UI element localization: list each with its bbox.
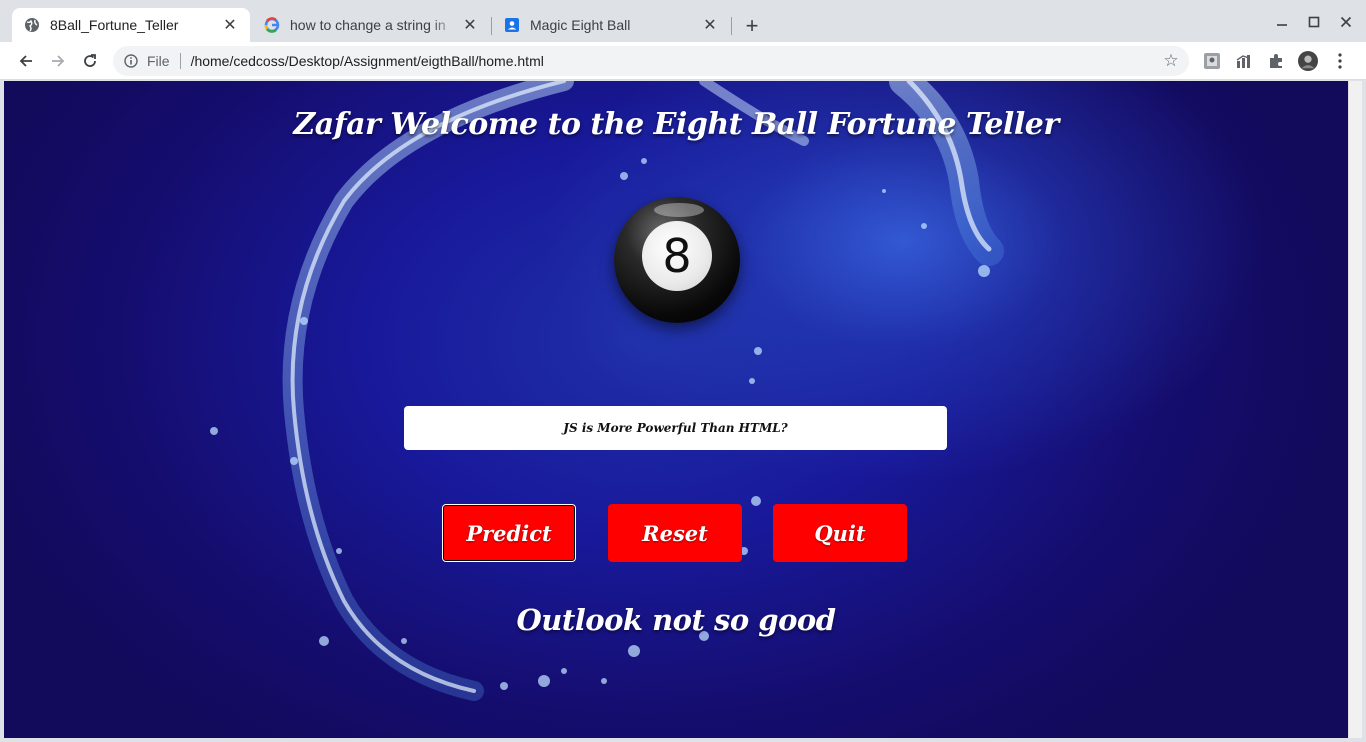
minimize-icon [1277, 24, 1287, 26]
page-viewport: Zafar Welcome to the Eight Ball Fortune … [4, 81, 1348, 738]
arrow-right-icon [52, 55, 65, 67]
predict-button[interactable]: Predict [442, 504, 576, 562]
close-icon [1340, 16, 1352, 28]
analytics-extension-icon[interactable] [1234, 51, 1254, 71]
url-scheme-label: File [147, 53, 170, 69]
browser-toolbar: File /home/cedcoss/Desktop/Assignment/ei… [0, 42, 1366, 80]
puzzle-extensions-icon[interactable] [1266, 51, 1286, 71]
prediction-result: Outlook not so good [516, 603, 836, 637]
minimize-button[interactable] [1270, 10, 1294, 34]
maximize-button[interactable] [1302, 10, 1326, 34]
google-icon [264, 17, 280, 33]
ball-number: 8 [642, 221, 712, 291]
tab-title: Magic Eight Ball [530, 17, 631, 33]
maximize-icon [1308, 16, 1320, 28]
bookmark-star-icon[interactable]: ☆ [1161, 51, 1181, 71]
tab-8ball-fortune-teller[interactable]: 8Ball_Fortune_Teller ✕ [12, 8, 250, 42]
reset-button[interactable]: Reset [608, 504, 742, 562]
address-bar[interactable]: File /home/cedcoss/Desktop/Assignment/ei… [113, 46, 1189, 76]
tab-separator [731, 17, 732, 35]
ball-highlight [654, 203, 704, 217]
question-input[interactable] [404, 406, 947, 450]
close-icon[interactable]: ✕ [462, 17, 478, 34]
tab-strip: 8Ball_Fortune_Teller ✕ how to change a s… [0, 0, 1366, 42]
info-icon[interactable] [123, 53, 139, 69]
close-icon[interactable]: ✕ [222, 17, 238, 34]
quit-button[interactable]: Quit [773, 504, 907, 562]
tab-title: how to change a string in [290, 17, 446, 33]
extension-profile-icon[interactable] [1202, 51, 1222, 71]
close-window-button[interactable] [1334, 10, 1358, 34]
page-title: Zafar Welcome to the Eight Ball Fortune … [293, 107, 1059, 142]
tab-title: 8Ball_Fortune_Teller [50, 17, 179, 33]
window-frame [0, 738, 1366, 742]
back-button[interactable] [12, 47, 40, 75]
contact-icon [504, 17, 520, 33]
new-tab-button[interactable]: + [740, 13, 764, 38]
reload-icon [84, 54, 96, 67]
kebab-menu-icon[interactable] [1330, 51, 1350, 71]
vertical-scrollbar[interactable] [1348, 81, 1362, 738]
forward-button[interactable] [44, 47, 72, 75]
url-text[interactable]: /home/cedcoss/Desktop/Assignment/eigthBa… [191, 53, 1161, 69]
tab-google-search[interactable]: how to change a string in ✕ [252, 8, 490, 42]
close-icon[interactable]: ✕ [702, 17, 718, 34]
tab-magic-eight-ball[interactable]: Magic Eight Ball ✕ [492, 8, 730, 42]
eight-ball-image: 8 [614, 197, 740, 323]
reload-button[interactable] [76, 47, 104, 75]
arrow-left-icon [19, 55, 32, 67]
avatar[interactable] [1298, 51, 1318, 71]
globe-icon [24, 17, 40, 33]
omnibox-divider [179, 53, 181, 69]
